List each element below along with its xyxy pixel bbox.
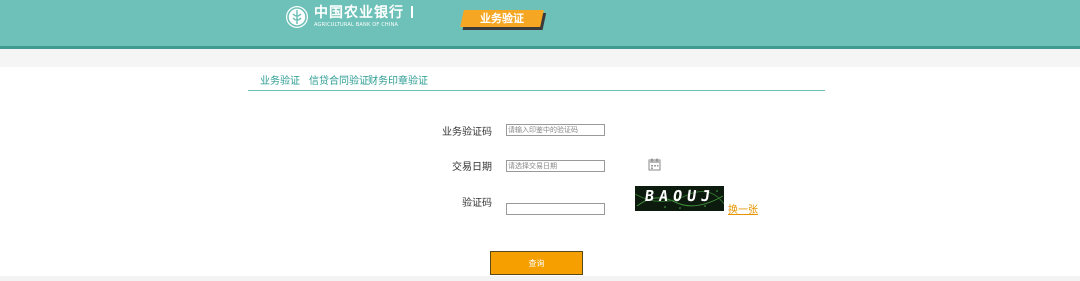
calendar-icon[interactable]	[648, 156, 661, 175]
trade-date-label: 交易日期	[452, 162, 492, 173]
captcha-image-text: BAOUJ	[643, 187, 717, 205]
abc-logo-icon	[286, 6, 308, 28]
subnav-finance-seal-verify[interactable]: 财务印章验证	[368, 72, 428, 87]
business-code-label: 业务验证码	[442, 127, 492, 138]
refresh-captcha-link[interactable]: 换一张	[728, 201, 758, 216]
captcha-input[interactable]	[506, 203, 605, 215]
business-code-input[interactable]	[506, 124, 605, 136]
bank-logo: 中国农业银行 AGRICULTURAL BANK OF CHINA	[286, 3, 404, 31]
page-title-tab: 业务验证	[480, 12, 524, 25]
captcha-image[interactable]: BAOUJ	[635, 186, 724, 211]
trade-date-input[interactable]	[506, 160, 605, 172]
header-spacer	[0, 49, 1080, 67]
footer-band	[0, 276, 1080, 281]
captcha-label: 验证码	[462, 198, 492, 209]
subnav-business-verify[interactable]: 业务验证	[260, 72, 300, 87]
subnav-credit-contract-verify[interactable]: 信贷合同验证	[309, 72, 369, 87]
bank-name-cn: 中国农业银行	[314, 5, 404, 21]
logo-divider	[411, 6, 413, 18]
top-header: 中国农业银行 AGRICULTURAL BANK OF CHINA 业务验证	[0, 0, 1080, 49]
bank-name-en: AGRICULTURAL BANK OF CHINA	[314, 22, 399, 28]
sub-navigation: 业务验证 信贷合同验证 财务印章验证	[248, 71, 825, 91]
query-button[interactable]: 查询	[490, 251, 583, 275]
